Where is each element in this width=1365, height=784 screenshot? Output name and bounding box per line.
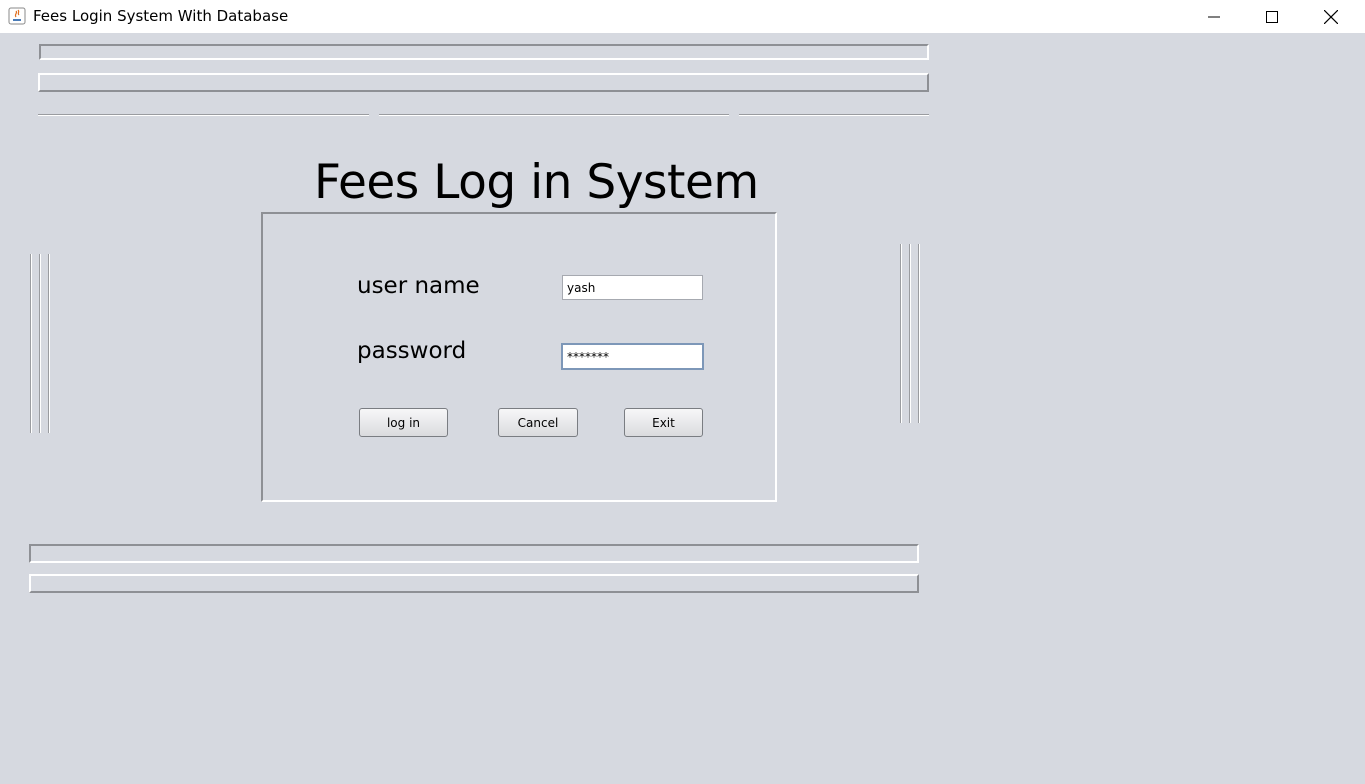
vertical-separator bbox=[39, 254, 41, 433]
cancel-button[interactable]: Cancel bbox=[498, 408, 578, 437]
login-button[interactable]: log in bbox=[359, 408, 448, 437]
bottom-bar-1 bbox=[29, 544, 919, 563]
password-input[interactable] bbox=[561, 343, 704, 370]
java-app-icon bbox=[8, 7, 26, 25]
username-label: user name bbox=[357, 273, 480, 299]
username-input[interactable] bbox=[562, 275, 703, 300]
vertical-separator bbox=[900, 244, 902, 423]
vertical-separator bbox=[909, 244, 911, 423]
minimize-icon bbox=[1208, 16, 1220, 17]
minimize-button[interactable] bbox=[1185, 0, 1243, 33]
exit-button[interactable]: Exit bbox=[624, 408, 703, 437]
maximize-button[interactable] bbox=[1243, 0, 1301, 33]
vertical-separator bbox=[48, 254, 50, 433]
close-button[interactable] bbox=[1302, 0, 1360, 33]
window-content: Fees Log in System user name password lo… bbox=[0, 33, 1365, 784]
maximize-icon bbox=[1266, 10, 1278, 23]
vertical-separator bbox=[918, 244, 920, 423]
window-title: Fees Login System With Database bbox=[33, 7, 289, 25]
page-title: Fees Log in System bbox=[314, 155, 759, 210]
vertical-separator bbox=[30, 254, 32, 433]
top-bar-2 bbox=[38, 73, 929, 92]
separator-middle bbox=[379, 114, 729, 116]
separator-left bbox=[38, 114, 369, 116]
separator-right bbox=[739, 114, 929, 116]
bottom-bar-2 bbox=[29, 574, 919, 593]
close-icon bbox=[1324, 9, 1338, 24]
window-titlebar: Fees Login System With Database bbox=[0, 0, 1365, 33]
password-label: password bbox=[357, 338, 467, 364]
top-bar-1 bbox=[39, 44, 929, 60]
